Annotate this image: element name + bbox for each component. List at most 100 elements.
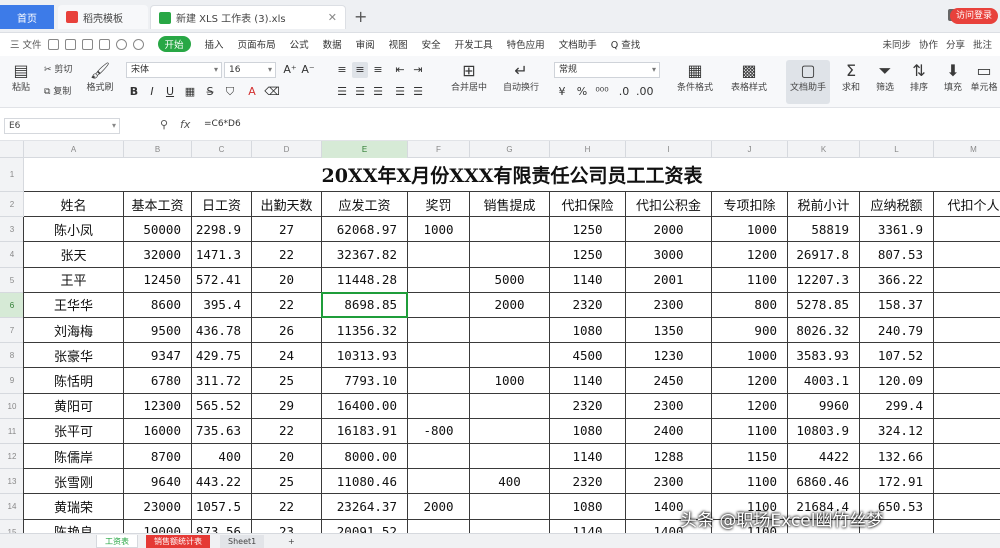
table-cell[interactable]: 黄阳可 (24, 393, 124, 419)
table-cell[interactable] (470, 519, 550, 533)
table-cell[interactable]: 26 (252, 318, 322, 344)
percent-icon[interactable]: % (574, 84, 590, 100)
table-cell[interactable]: 9960 (788, 393, 860, 419)
header-cell[interactable]: 基本工资 (124, 192, 192, 218)
table-cell[interactable] (934, 268, 1000, 293)
distributed-icon[interactable]: ☰ (410, 84, 426, 100)
cell-button[interactable]: ▭ 单元格 (970, 62, 998, 93)
row-header-4[interactable]: 4 (0, 242, 24, 268)
table-cell[interactable]: 20 (252, 267, 322, 293)
table-cell[interactable]: 20091.52 (322, 519, 408, 533)
header-cell[interactable]: 应发工资 (322, 192, 408, 218)
table-cell[interactable]: 1000 (712, 217, 788, 243)
table-cell[interactable]: -800 (408, 418, 470, 444)
menu-tab-security[interactable]: 安全 (422, 37, 441, 51)
table-cell[interactable]: 陈恬明 (24, 368, 124, 394)
table-cell[interactable]: 1080 (550, 494, 626, 520)
header-cell[interactable]: 销售提成 (470, 192, 550, 218)
table-cell[interactable]: 陈儒岸 (24, 444, 124, 470)
table-cell[interactable] (408, 343, 470, 369)
font-size-select[interactable]: 16 (224, 62, 276, 78)
indent-decrease-icon[interactable]: ⇤ (392, 62, 408, 78)
table-cell[interactable]: 5000 (470, 267, 550, 293)
zoom-search-icon[interactable]: ⚲ (160, 118, 168, 131)
table-cell[interactable]: 4500 (550, 343, 626, 369)
column-header-b[interactable]: B (124, 141, 192, 158)
table-cell[interactable]: 400 (470, 469, 550, 495)
name-box[interactable]: E6 (4, 118, 120, 134)
column-header-i[interactable]: I (626, 141, 712, 158)
table-cell[interactable]: 1288 (626, 444, 712, 470)
table-cell[interactable]: 366.22 (860, 267, 934, 293)
table-cell[interactable]: 8698.85 (322, 292, 408, 318)
table-cell[interactable] (470, 393, 550, 419)
header-cell[interactable]: 代扣保险 (550, 192, 626, 218)
table-cell[interactable]: 3361.9 (860, 217, 934, 243)
shrink-font-icon[interactable]: A⁻ (300, 62, 316, 78)
table-cell[interactable]: 1000 (408, 217, 470, 243)
table-cell[interactable] (470, 217, 550, 243)
table-cell[interactable] (934, 318, 1000, 344)
table-cell[interactable]: 1000 (712, 343, 788, 369)
table-cell[interactable] (934, 444, 1000, 470)
table-cell[interactable]: 5278.85 (788, 292, 860, 318)
table-cell[interactable]: 23 (252, 519, 322, 533)
table-cell[interactable]: 10803.9 (788, 418, 860, 444)
worksheet-grid[interactable]: ABCDEFGHIJKLM 1 2 3 4 5 6 7 8 9 10 11 12 13 14 15 20XX… (0, 141, 1000, 533)
table-cell[interactable]: 443.22 (192, 469, 252, 495)
column-header-m[interactable]: M (934, 141, 1000, 158)
close-tab-icon[interactable]: ✕ (328, 11, 337, 24)
align-middle-icon[interactable]: ≡ (352, 62, 368, 78)
table-cell[interactable]: 刘海梅 (24, 318, 124, 344)
table-cell[interactable]: 王平 (24, 267, 124, 293)
number-format-select[interactable]: 常规 (554, 62, 660, 78)
table-cell[interactable]: 23264.37 (322, 494, 408, 520)
row-header-9[interactable]: 9 (0, 368, 24, 394)
table-cell[interactable]: 11080.46 (322, 469, 408, 495)
table-cell[interactable]: 25 (252, 368, 322, 394)
sheet-tab-sheet1[interactable]: Sheet1 (220, 535, 265, 548)
table-cell[interactable]: 1140 (550, 267, 626, 293)
table-cell[interactable]: 2300 (626, 292, 712, 318)
table-cell[interactable] (934, 469, 1000, 495)
table-cell[interactable]: 565.52 (192, 393, 252, 419)
row-header-10[interactable]: 10 (0, 394, 24, 419)
menu-tab-page-layout[interactable]: 页面布局 (238, 37, 276, 51)
table-cell[interactable]: 1140 (550, 444, 626, 470)
menu-tab-doc-assistant[interactable]: 文档助手 (559, 37, 597, 51)
table-cell[interactable] (408, 519, 470, 533)
justify-icon[interactable]: ☰ (392, 84, 408, 100)
table-cell[interactable]: 26917.8 (788, 242, 860, 268)
undo-icon[interactable] (115, 38, 127, 50)
table-cell[interactable] (470, 418, 550, 444)
table-cell[interactable]: 32000 (124, 242, 192, 268)
table-cell[interactable]: 22 (252, 418, 322, 444)
row-header-12[interactable]: 12 (0, 444, 24, 470)
table-cell[interactable]: 8700 (124, 444, 192, 470)
header-cell[interactable]: 出勤天数 (252, 192, 322, 218)
bold-icon[interactable]: B (126, 84, 142, 100)
table-cell[interactable]: 158.37 (860, 292, 934, 318)
table-cell[interactable]: 2298.9 (192, 217, 252, 243)
table-cell[interactable] (408, 267, 470, 293)
row-header-8[interactable]: 8 (0, 343, 24, 369)
table-cell[interactable] (470, 343, 550, 369)
table-cell[interactable]: 1140 (550, 368, 626, 394)
table-cell[interactable]: 1100 (712, 469, 788, 495)
column-header-f[interactable]: F (408, 141, 470, 158)
border-icon[interactable]: ▦ (182, 84, 198, 100)
table-cell[interactable]: 2000 (626, 217, 712, 243)
thousands-icon[interactable]: ⁰⁰⁰ (594, 84, 610, 100)
header-cell[interactable]: 日工资 (192, 192, 252, 218)
table-cell[interactable]: 900 (712, 318, 788, 344)
row-header-14[interactable]: 14 (0, 494, 24, 520)
table-cell[interactable]: 23000 (124, 494, 192, 520)
header-cell[interactable]: 专项扣除 (712, 192, 788, 218)
menu-tab-special[interactable]: 特色应用 (507, 37, 545, 51)
table-cell[interactable]: 2300 (626, 393, 712, 419)
table-cell[interactable]: 2000 (470, 292, 550, 318)
sheet-tab-salary[interactable]: 工资表 (96, 535, 138, 548)
sheet-tab-sales[interactable]: 销售额统计表 (146, 535, 210, 548)
column-header-a[interactable]: A (24, 141, 124, 158)
menu-tab-review[interactable]: 审阅 (356, 37, 375, 51)
